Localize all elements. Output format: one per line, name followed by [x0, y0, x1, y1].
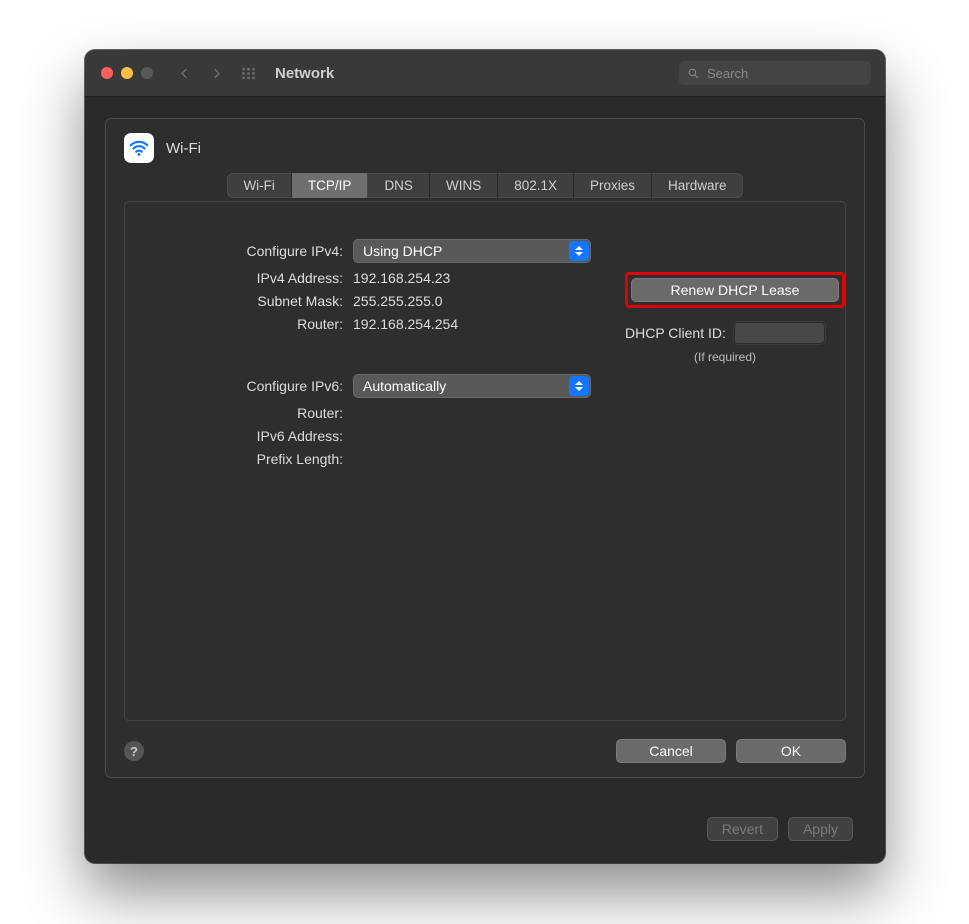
window-footer: Revert Apply — [707, 817, 853, 841]
sheet-footer: ? Cancel OK — [124, 739, 846, 763]
network-preferences-window: Network Search Wi-Fi Wi-Fi TCP/IP DNS WI… — [85, 50, 885, 863]
subnet-mask-value: 255.255.255.0 — [353, 293, 443, 309]
close-window-button[interactable] — [101, 67, 113, 79]
apply-button: Apply — [788, 817, 853, 841]
dhcp-client-id-label: DHCP Client ID: — [625, 325, 726, 341]
prefix-length-label: Prefix Length: — [143, 451, 353, 467]
search-placeholder: Search — [707, 66, 748, 81]
content-area: Wi-Fi Wi-Fi TCP/IP DNS WINS 802.1X Proxi… — [85, 96, 885, 863]
chevron-up-down-icon — [569, 241, 589, 261]
titlebar: Network Search — [85, 50, 885, 97]
tab-dns[interactable]: DNS — [368, 173, 430, 198]
search-icon — [687, 67, 700, 80]
tab-tcpip[interactable]: TCP/IP — [292, 173, 369, 198]
sheet-title: Wi-Fi — [166, 140, 201, 157]
configure-ipv4-value: Using DHCP — [363, 243, 442, 259]
configure-ipv4-label: Configure IPv4: — [143, 243, 353, 259]
dhcp-client-id-input[interactable] — [734, 322, 825, 344]
ipv4-router-value: 192.168.254.254 — [353, 316, 458, 332]
ipv4-address-label: IPv4 Address: — [143, 270, 353, 286]
sheet-header: Wi-Fi — [124, 133, 846, 163]
dhcp-client-id-hint: (If required) — [625, 350, 825, 364]
cancel-button[interactable]: Cancel — [616, 739, 726, 763]
tcpip-panel: Configure IPv4: Using DHCP IPv4 Address:… — [124, 201, 846, 721]
configure-ipv4-select[interactable]: Using DHCP — [353, 239, 591, 263]
tab-bar: Wi-Fi TCP/IP DNS WINS 802.1X Proxies Har… — [227, 173, 742, 198]
ipv4-router-label: Router: — [143, 316, 353, 332]
chevron-up-down-icon — [569, 376, 589, 396]
tab-proxies[interactable]: Proxies — [574, 173, 652, 198]
configure-ipv6-select[interactable]: Automatically — [353, 374, 591, 398]
renew-dhcp-lease-button[interactable]: Renew DHCP Lease — [631, 278, 839, 302]
wifi-icon — [124, 133, 154, 163]
dhcp-side-panel: Renew DHCP Lease DHCP Client ID: (If req… — [625, 272, 825, 364]
minimize-window-button[interactable] — [121, 67, 133, 79]
ipv6-address-label: IPv6 Address: — [143, 428, 353, 444]
forward-button[interactable] — [205, 62, 227, 84]
tab-wins[interactable]: WINS — [430, 173, 498, 198]
show-all-prefs-button[interactable] — [237, 62, 259, 84]
tab-8021x[interactable]: 802.1X — [498, 173, 574, 198]
zoom-window-button[interactable] — [141, 67, 153, 79]
back-button[interactable] — [173, 62, 195, 84]
subnet-mask-label: Subnet Mask: — [143, 293, 353, 309]
window-controls — [101, 67, 153, 79]
configure-ipv6-label: Configure IPv6: — [143, 378, 353, 394]
tab-wifi[interactable]: Wi-Fi — [227, 173, 291, 198]
renew-dhcp-highlight: Renew DHCP Lease — [625, 272, 845, 308]
wifi-advanced-sheet: Wi-Fi Wi-Fi TCP/IP DNS WINS 802.1X Proxi… — [105, 118, 865, 778]
window-title: Network — [275, 65, 334, 82]
revert-button: Revert — [707, 817, 778, 841]
ipv6-router-label: Router: — [143, 405, 353, 421]
configure-ipv6-value: Automatically — [363, 378, 446, 394]
ipv4-address-value: 192.168.254.23 — [353, 270, 450, 286]
search-field[interactable]: Search — [679, 61, 871, 85]
tab-hardware[interactable]: Hardware — [652, 173, 743, 198]
help-button[interactable]: ? — [124, 741, 144, 761]
ok-button[interactable]: OK — [736, 739, 846, 763]
